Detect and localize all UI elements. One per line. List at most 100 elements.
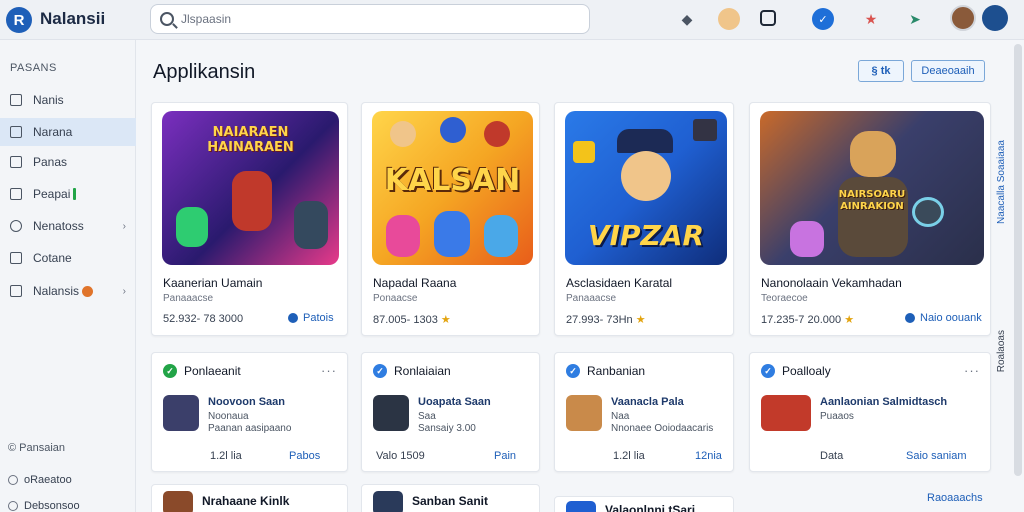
feed-card[interactable]: ✓ Ranbanian Vaanacla Pala Naa Nnonaee Ooi… (554, 352, 734, 472)
feed-title[interactable]: Vaanacla Pala (611, 396, 684, 408)
feed-card[interactable]: ✓ Ponlaeanit ··· Noovoon Saan Noonaua Paa… (151, 352, 348, 472)
feed-subtitle: Naa (611, 411, 630, 422)
game-thumbnail[interactable]: NAIARAEN HAINARAEN (162, 111, 339, 265)
character-art (621, 151, 671, 201)
feed-description: Nnonaee Ooiodaacaris (611, 423, 714, 434)
game-thumbnail[interactable]: KALSAN (372, 111, 533, 265)
action-button[interactable]: Deaeoaaih (911, 60, 985, 82)
game-card[interactable]: VIPZAR Asclasidaen Karatal Panaaacse 27.… (554, 102, 734, 336)
character-art (232, 171, 272, 231)
character-icon[interactable] (718, 8, 740, 30)
sidebar-item-0[interactable]: Nanis (0, 86, 136, 114)
app-logo[interactable]: R (6, 7, 32, 33)
more-icon[interactable]: ··· (321, 363, 337, 378)
sidebar-footer-item-1[interactable]: Debsonsoo (8, 500, 80, 512)
search-bar[interactable] (150, 4, 590, 34)
character-art (434, 211, 470, 257)
feed-action-link[interactable]: Pain (494, 450, 516, 462)
stub-title: Nrahaane Kinlk (202, 494, 290, 508)
game-subtitle: Ponaacse (373, 293, 418, 304)
right-rail-label[interactable]: Roalaoas (996, 330, 1010, 372)
feed-card[interactable]: ✓ Poalloaly ··· Aanlaonian Salmidtasch Pu… (749, 352, 991, 472)
more-icon[interactable]: ··· (964, 363, 980, 378)
star-icon: ★ (635, 314, 646, 326)
game-stats: 52.932- 78 3000 (163, 313, 244, 325)
sidebar-heading: PASANS (10, 62, 57, 74)
game-card[interactable]: NAIRSOARU AINRAKION Nanonolaain Vekamhad… (749, 102, 991, 336)
sidebar-item-label: Nanis (33, 93, 64, 107)
file-icon (10, 156, 22, 168)
feed-subtitle: Puaaos (820, 411, 854, 422)
character-art (484, 215, 518, 257)
feed-thumbnail[interactable] (566, 395, 602, 431)
sidebar-item-label: Nalansis (33, 284, 80, 298)
sidebar-item-6[interactable]: Nalansis › (0, 277, 136, 305)
feed-action-link[interactable]: Saio saniam (906, 450, 967, 462)
play-icon (905, 313, 915, 323)
star-icon: ★ (440, 314, 451, 326)
scrollbar[interactable] (1014, 44, 1022, 476)
feed-thumbnail[interactable] (761, 395, 811, 431)
feed-card-stub[interactable]: Valaonlnni tSari (554, 496, 734, 512)
thumbnail-title: NAIRSOARU AINRAKION (838, 189, 906, 212)
sidebar-footer-item-0[interactable]: oRaeatoo (8, 474, 72, 486)
sidebar-item-5[interactable]: Cotane (0, 244, 136, 272)
stub-thumbnail (566, 501, 596, 512)
check-icon: ✓ (163, 364, 177, 378)
feed-thumbnail[interactable] (373, 395, 409, 431)
sidebar-footer-heading: © Pansaian (8, 442, 66, 454)
feed-header-label: Ranbanian (587, 364, 646, 378)
game-action-link[interactable]: Naio oouank (905, 312, 982, 324)
sidebar-item-4[interactable]: Nenatoss › (0, 212, 136, 240)
feed-subtitle: Noonaua (208, 411, 249, 422)
sidebar-item-2[interactable]: Panas (0, 148, 136, 176)
feed-action-link[interactable]: 12nia (695, 450, 722, 462)
search-box-icon[interactable] (760, 10, 776, 26)
game-stats: 27.993- 73Hn ★ (566, 313, 646, 326)
game-stats: 17.235-7 20.000 ★ (761, 313, 854, 326)
feed-title[interactable]: Aanlaonian Salmidtasch (820, 396, 947, 408)
feed-title[interactable]: Uoapata Saan (418, 396, 491, 408)
feed-header-label: Ronlaiaian (394, 364, 451, 378)
sidebar: PASANS Nanis Narana Panas Peapai Nenatos… (0, 40, 136, 512)
verified-icon[interactable]: ✓ (812, 8, 834, 30)
game-thumbnail[interactable]: NAIRSOARU AINRAKION (760, 111, 984, 265)
game-thumbnail[interactable]: VIPZAR (565, 111, 727, 265)
game-card[interactable]: NAIARAEN HAINARAEN Kaanerian Uamain Pana… (151, 102, 348, 336)
user-avatar[interactable] (950, 5, 976, 31)
thumbnail-title: VIPZAR (587, 219, 705, 252)
feed-thumbnail[interactable] (163, 395, 199, 431)
character-art (176, 207, 208, 247)
feed-card[interactable]: ✓ Ronlaiaian Uoapata Saan Saa Sansaiy 3.0… (361, 352, 540, 472)
footer-link[interactable]: Raoaaachs (927, 492, 983, 504)
check-icon: ✓ (566, 364, 580, 378)
stub-thumbnail (373, 491, 403, 512)
pin-icon[interactable]: ➤ (904, 8, 926, 30)
search-input[interactable] (181, 10, 581, 28)
character-art (850, 131, 896, 177)
game-action-link[interactable]: Patois (288, 312, 334, 324)
profile-avatar[interactable] (982, 5, 1008, 31)
game-action-label: Naio oouank (920, 312, 982, 324)
feed-card-stub[interactable]: Sanban Sanit (361, 484, 540, 512)
page-title: Applikansin (153, 61, 256, 83)
right-rail-label[interactable]: Naacalla Soaaiaaa (996, 140, 1010, 224)
feed-action-link[interactable]: Pabos (289, 450, 320, 462)
circle-icon (8, 501, 18, 511)
gift-icon[interactable]: ★ (860, 8, 882, 30)
chevron-right-icon: › (122, 285, 126, 297)
box-icon (10, 252, 22, 264)
feed-header: ✓ Ponlaeanit (163, 364, 241, 378)
sidebar-item-3[interactable]: Peapai (0, 180, 136, 208)
sidebar-item-1[interactable]: Narana (0, 118, 136, 146)
status-indicator (73, 188, 77, 200)
tag-icon[interactable]: ◆ (676, 8, 698, 30)
game-card[interactable]: KALSAN Napadal Raana Ponaacse 87.005- 13… (361, 102, 540, 336)
filter-button[interactable]: § tk (858, 60, 904, 82)
grid-icon (10, 126, 22, 138)
feed-header: ✓ Poalloaly (761, 364, 831, 378)
game-name: Nanonolaain Vekamhadan (761, 276, 902, 290)
feed-card-stub[interactable]: Nrahaane Kinlk (151, 484, 348, 512)
feed-title[interactable]: Noovoon Saan (208, 396, 285, 408)
feed-header-label: Ponlaeanit (184, 364, 241, 378)
